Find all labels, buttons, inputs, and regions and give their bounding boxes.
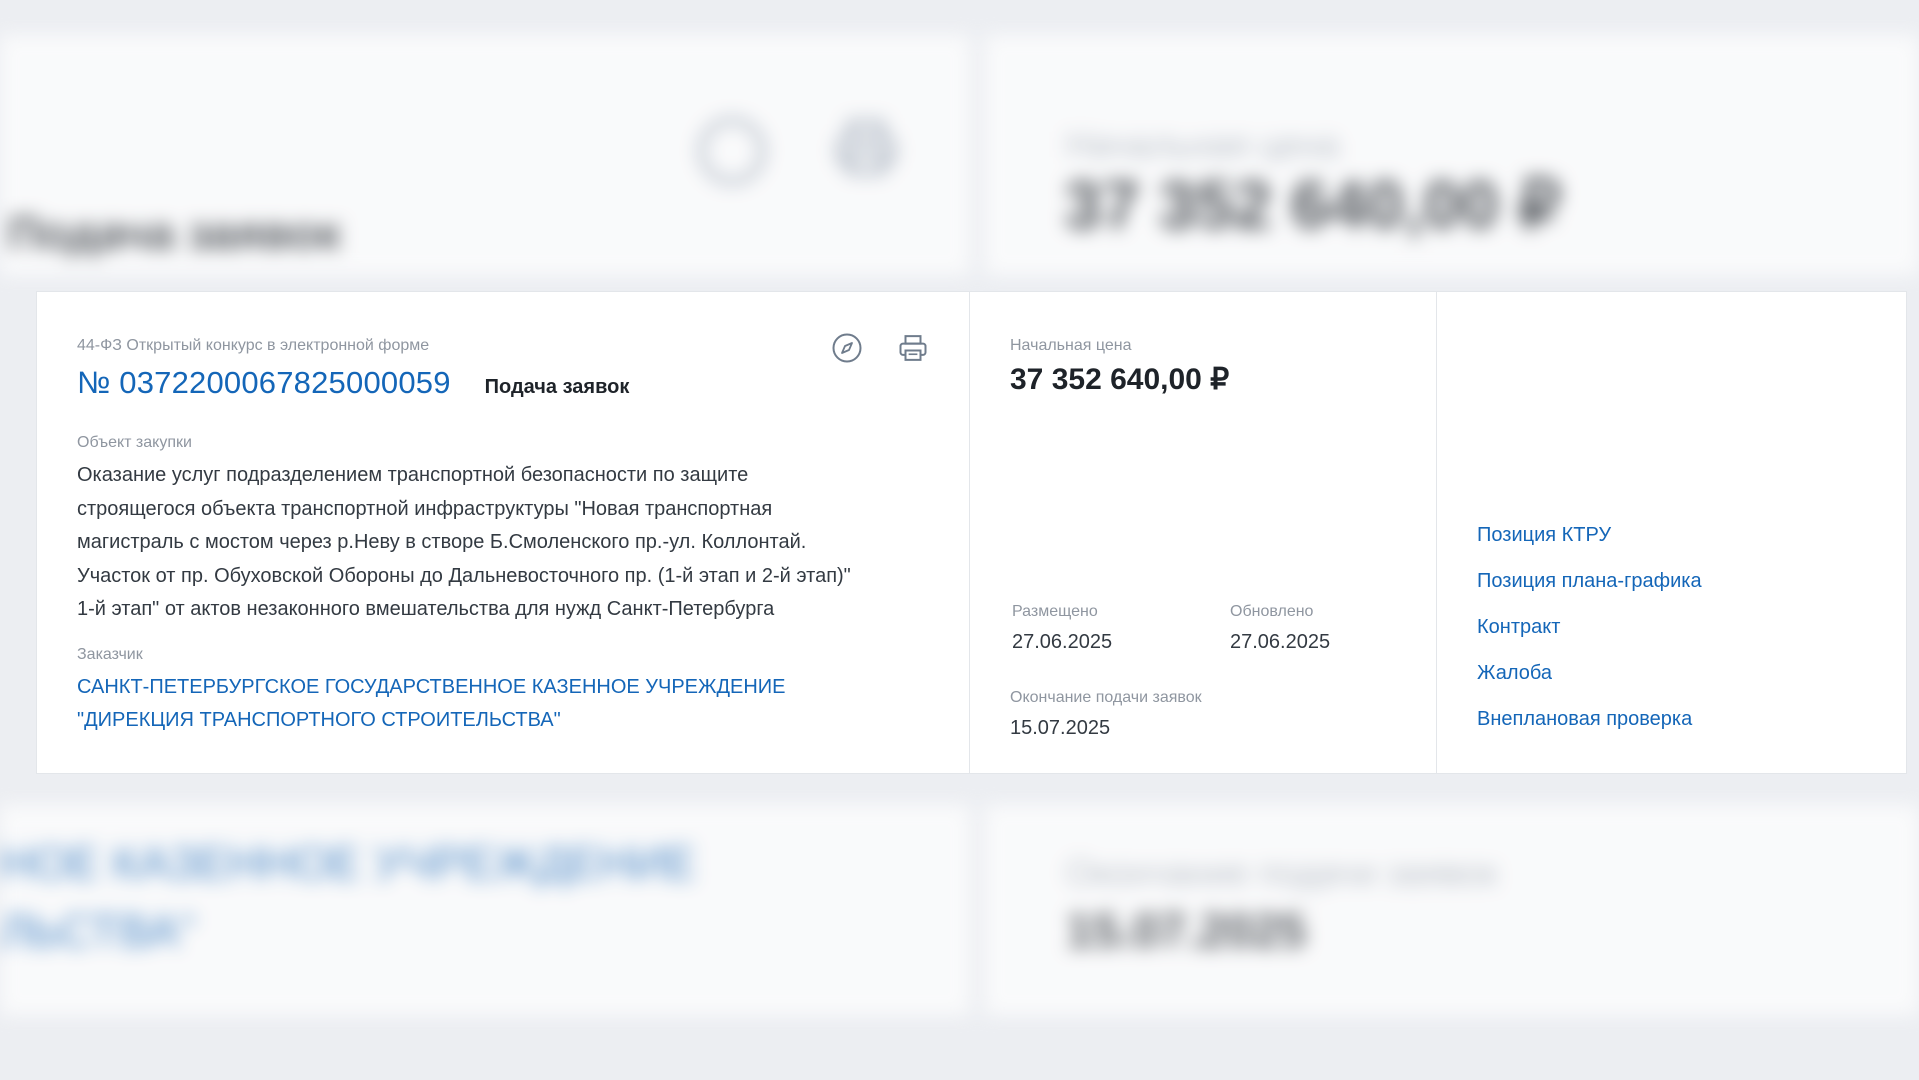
procurement-main-column: 44-ФЗ Открытый конкурс в электронной фор…: [37, 292, 970, 773]
screenshot-stage: Подача заявок Начальная цена 37 352 640,…: [0, 0, 1919, 1080]
link-contract[interactable]: Контракт: [1477, 615, 1702, 639]
procurement-number-link[interactable]: № 0372200067825000059: [77, 363, 451, 403]
object-description: Оказание услуг подразделением транспортн…: [77, 459, 947, 627]
bg-deadline-label: Окончание подачи заявок: [1066, 852, 1498, 893]
object-line: магистраль с мостом через р.Неву в створ…: [77, 531, 807, 553]
bg-customer-line-1: НОЕ КАЗЕННОЕ УЧРЕЖДЕНИЕ: [0, 837, 697, 889]
updated-label: Обновлено: [1230, 603, 1314, 620]
price-label: Начальная цена: [1010, 337, 1132, 354]
compass-icon[interactable]: [831, 332, 863, 364]
link-ktru-position[interactable]: Позиция КТРУ: [1477, 523, 1702, 547]
bg-stage-text: Подача заявок: [8, 207, 341, 259]
object-line: 1-й этап" от актов незаконного вмешатель…: [77, 598, 775, 620]
deadline-date: 15.07.2025: [1010, 717, 1111, 739]
deadline-block: Окончание подачи заявок 15.07.2025: [1010, 688, 1202, 740]
related-links-column: Позиция КТРУ Позиция плана-графика Контр…: [1437, 292, 1906, 773]
related-links: Позиция КТРУ Позиция плана-графика Контр…: [1477, 523, 1702, 753]
bg-printer-icon: [836, 120, 896, 175]
procurement-stage: Подача заявок: [484, 376, 630, 398]
customer-line: САНКТ-ПЕТЕРБУРГСКОЕ ГОСУДАРСТВЕННОЕ КАЗЕ…: [77, 675, 786, 698]
printer-icon[interactable]: [897, 332, 929, 364]
card-actions: [831, 332, 929, 364]
object-line: строящегося объекта транспортной инфраст…: [77, 497, 773, 520]
placed-date-block: Размещено 27.06.2025: [1012, 602, 1230, 654]
updated-date-block: Обновлено 27.06.2025: [1230, 602, 1448, 654]
customer-link[interactable]: САНКТ-ПЕТЕРБУРГСКОЕ ГОСУДАРСТВЕННОЕ КАЗЕ…: [77, 671, 929, 738]
procurement-type: 44-ФЗ Открытый конкурс в электронной фор…: [77, 337, 430, 354]
bg-deadline-value: 15.07.2025: [1066, 905, 1307, 958]
placed-date: 27.06.2025: [1012, 631, 1113, 653]
link-plan-schedule-position[interactable]: Позиция плана-графика: [1477, 569, 1702, 593]
bg-price-value: 37 352 640,00 ₽: [1064, 167, 1562, 243]
dates-row: Размещено 27.06.2025 Обновлено 27.06.202…: [1012, 602, 1448, 654]
bg-customer-line-2: ЛЬСТВА": [0, 905, 196, 957]
price-value: 37 352 640,00 ₽: [1010, 363, 1230, 396]
deadline-label: Окончание подачи заявок: [1010, 689, 1202, 706]
object-line: Оказание услуг подразделением транспортн…: [77, 464, 749, 486]
customer-label: Заказчик: [77, 645, 143, 663]
number-row: № 0372200067825000059 Подача заявок: [77, 363, 929, 403]
link-unscheduled-inspection[interactable]: Внеплановая проверка: [1477, 707, 1702, 731]
updated-date: 27.06.2025: [1230, 631, 1331, 653]
procurement-card: 44-ФЗ Открытый конкурс в электронной фор…: [37, 292, 1906, 773]
link-complaint[interactable]: Жалоба: [1477, 661, 1702, 685]
bg-price-label: Начальная цена: [1066, 124, 1340, 165]
price-column: Начальная цена 37 352 640,00 ₽ Размещено…: [970, 292, 1437, 773]
object-label: Объект закупки: [77, 434, 192, 451]
bg-compass-icon: [699, 118, 765, 184]
object-line: Участок от пр. Обуховской Обороны до Дал…: [77, 564, 851, 587]
placed-label: Размещено: [1012, 603, 1098, 620]
customer-line: "ДИРЕКЦИЯ ТРАНСПОРТНОГО СТРОИТЕЛЬСТВА": [77, 709, 561, 731]
